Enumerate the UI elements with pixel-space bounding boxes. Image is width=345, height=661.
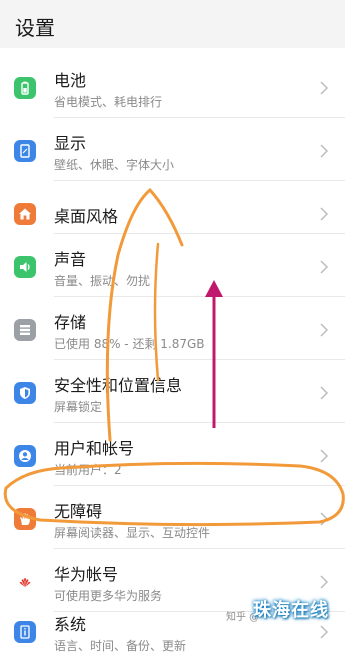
settings-item-security-location[interactable]: 安全性和位置信息 屏幕锁定 <box>0 360 345 422</box>
chevron-right-icon <box>320 144 329 158</box>
settings-item-title: 存储 <box>54 313 87 332</box>
settings-item-storage[interactable]: 存储 已使用 88% - 还剩 1.87GB <box>0 297 345 359</box>
settings-item-subtitle: 壁纸、休眠、字体大小 <box>54 158 175 172</box>
settings-item-subtitle: 省电模式、耗电排行 <box>54 95 163 109</box>
settings-item-title: 显示 <box>54 134 87 153</box>
chevron-right-icon <box>320 449 329 463</box>
home-icon <box>14 203 36 225</box>
settings-item-title: 华为帐号 <box>54 565 119 584</box>
chevron-right-icon <box>320 81 329 95</box>
settings-item-sound[interactable]: 声音 音量、振动、勿扰 <box>0 234 345 296</box>
chevron-right-icon <box>320 625 329 639</box>
chevron-right-icon <box>320 512 329 526</box>
huawei-icon <box>14 571 36 593</box>
settings-item-title: 无障碍 <box>54 502 103 521</box>
battery-icon <box>14 77 36 99</box>
settings-item-title: 安全性和位置信息 <box>54 376 183 395</box>
settings-item-title: 桌面风格 <box>54 207 119 226</box>
settings-item-title: 电池 <box>54 71 87 90</box>
settings-item-subtitle: 屏幕锁定 <box>54 400 103 414</box>
chevron-right-icon <box>320 575 329 589</box>
settings-item-subtitle: 已使用 88% - 还剩 1.87GB <box>54 337 205 351</box>
chevron-right-icon <box>320 207 329 221</box>
settings-item-subtitle: 音量、振动、勿扰 <box>54 274 151 288</box>
settings-item-title: 用户和帐号 <box>54 439 135 458</box>
chevron-right-icon <box>320 260 329 274</box>
settings-item-subtitle: 语言、时间、备份、更新 <box>54 639 187 653</box>
hand-icon <box>14 508 36 530</box>
settings-item-subtitle: 当前用户：2 <box>54 463 122 477</box>
settings-item-display[interactable]: 显示 壁纸、休眠、字体大小 <box>0 118 345 180</box>
settings-item-subtitle: 屏幕阅读器、显示、互动控件 <box>54 526 211 540</box>
settings-item-title: 系统 <box>54 615 87 634</box>
watermark-logo: 珠海在线 <box>253 600 329 621</box>
settings-item-title: 声音 <box>54 250 87 269</box>
settings-item-battery[interactable]: 电池 省电模式、耗电排行 <box>0 55 345 117</box>
header: 设置 <box>0 0 345 48</box>
shield-icon <box>14 382 36 404</box>
display-icon <box>14 140 36 162</box>
sound-icon <box>14 256 36 278</box>
settings-item-users-accounts[interactable]: 用户和帐号 当前用户：2 <box>0 423 345 485</box>
chevron-right-icon <box>320 323 329 337</box>
settings-item-accessibility[interactable]: 无障碍 屏幕阅读器、显示、互动控件 <box>0 486 345 548</box>
storage-icon <box>14 319 36 341</box>
chevron-right-icon <box>320 386 329 400</box>
info-icon <box>14 621 36 643</box>
page-title: 设置 <box>15 16 55 40</box>
user-icon <box>14 445 36 467</box>
